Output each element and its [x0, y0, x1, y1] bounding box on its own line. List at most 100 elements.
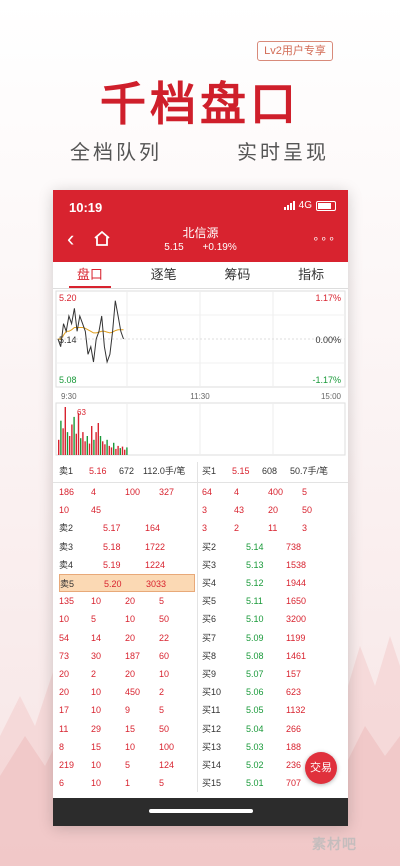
queue-cell: 14	[91, 632, 102, 643]
level-price: 5.17	[103, 523, 121, 534]
queue-cell: 10	[91, 705, 102, 716]
queue-cell: 100	[159, 741, 175, 752]
volume-bar	[110, 447, 113, 455]
right-book-row[interactable]: 买3 5.13 1538	[202, 556, 344, 574]
level-price: 5.20	[104, 579, 122, 589]
tab-zhibiao[interactable]: 指标	[274, 262, 348, 288]
buy1-row[interactable]: 买1 5.15 608 50.7手/笔	[202, 462, 344, 480]
queue-cell: 15	[125, 723, 136, 734]
level-qty: 1199	[286, 632, 306, 643]
level-label: 买8	[202, 650, 217, 661]
left-book-row[interactable]: 10 5 10 50	[59, 610, 195, 628]
queue-cell: 5	[159, 596, 165, 607]
stock-quote: 5.15 +0.19%	[53, 242, 348, 253]
queue-cell: 10	[125, 741, 136, 752]
buy1-price: 5.15	[232, 466, 250, 476]
level-qty: 1132	[286, 705, 306, 716]
queue-cell: 10	[59, 614, 70, 625]
queue-cell: 20	[268, 505, 279, 516]
tab-panko[interactable]: 盘口	[53, 262, 127, 288]
right-book-row[interactable]: 买11 5.05 1132	[202, 701, 344, 719]
left-book-row[interactable]: 20 2 20 10	[59, 665, 195, 683]
left-book-row[interactable]: 6 10 1 5	[59, 774, 195, 792]
level-price: 5.12	[246, 578, 264, 588]
level-price: 5.04	[246, 723, 264, 734]
volume-bars	[58, 407, 128, 455]
level-label: 买12	[202, 723, 222, 734]
intraday-chart[interactable]: 5.20 5.14 5.08 1.17% 0.00% -1.17% 9:30 1…	[53, 289, 348, 459]
level-price: 5.09	[246, 632, 264, 643]
right-book-row[interactable]: 64 4 400 5	[202, 483, 344, 501]
right-book-row[interactable]: 买8 5.08 1461	[202, 647, 344, 665]
level-price: 5.10	[246, 614, 264, 625]
queue-cell: 327	[159, 487, 175, 497]
right-book-row[interactable]: 买4 5.12 1944	[202, 574, 344, 592]
left-book-row[interactable]: 135 10 20 5	[59, 592, 195, 610]
queue-cell: 30	[91, 650, 102, 661]
queue-cell: 187	[125, 650, 141, 661]
right-book-row[interactable]: 买10 5.06 623	[202, 683, 344, 701]
tab-zhubi[interactable]: 逐笔	[127, 262, 201, 288]
queue-cell: 45	[91, 505, 102, 516]
volume-bar	[77, 413, 80, 455]
left-book-row[interactable]: 73 30 187 60	[59, 647, 195, 665]
volume-bar	[117, 445, 119, 455]
left-book-row[interactable]: 20 10 450 2	[59, 683, 195, 701]
left-book-row[interactable]: 11 29 15 50	[59, 720, 195, 738]
level-label: 买5	[202, 596, 217, 607]
queue-cell: 50	[302, 505, 313, 516]
right-book-row[interactable]: 买9 5.07 157	[202, 665, 344, 683]
right-book-row[interactable]: 买6 5.10 3200	[202, 610, 344, 628]
volume-bar	[119, 448, 121, 455]
status-time: 10:19	[69, 200, 103, 215]
right-book-row[interactable]: 3 2 11 3	[202, 519, 344, 537]
volume-bar	[121, 446, 124, 455]
signal-icon	[283, 201, 295, 210]
left-book-row[interactable]: 卖5 5.20 3033	[59, 574, 195, 592]
right-book-row[interactable]: 买7 5.09 1199	[202, 629, 344, 647]
queue-cell: 9	[125, 705, 131, 716]
volume-bar	[75, 433, 77, 455]
more-icon[interactable]: ∘∘∘	[312, 232, 336, 245]
level-label: 买7	[202, 632, 217, 643]
sell1-per-order: 112.0手/笔	[143, 466, 186, 476]
queue-cell: 3	[202, 523, 208, 534]
queue-cell: 2	[159, 687, 165, 698]
trade-button[interactable]: 交易	[305, 752, 337, 784]
queue-cell: 10	[159, 669, 170, 679]
left-book-row[interactable]: 54 14 20 22	[59, 629, 195, 647]
level-qty: 707	[286, 778, 302, 789]
queue-cell: 10	[91, 778, 102, 789]
queue-cell: 20	[125, 596, 136, 607]
left-book-row[interactable]: 卖3 5.18 1722	[59, 538, 195, 556]
home-indicator[interactable]	[149, 809, 253, 813]
volume-bar	[73, 416, 75, 455]
volume-bar	[91, 426, 93, 455]
level-qty: 1944	[286, 578, 307, 588]
queue-cell: 15	[91, 741, 102, 752]
right-book-row[interactable]: 买2 5.14 738	[202, 538, 344, 556]
right-book-row[interactable]: 3 43 20 50	[202, 501, 344, 519]
level-qty: 1722	[145, 541, 166, 552]
left-book-row[interactable]: 8 15 10 100	[59, 738, 195, 756]
volume-bar	[71, 424, 73, 455]
left-book-row[interactable]: 卖4 5.19 1224	[59, 556, 195, 574]
phone-screenshot: 10:19 4G ‹ 北信源 5.15 +0.19% ∘∘∘ 盘口 逐笔 筹码 …	[53, 190, 348, 826]
sell1-row[interactable]: 卖1 5.16 672 112.0手/笔	[59, 462, 195, 480]
queue-cell: 4	[91, 487, 97, 497]
sell1-label: 卖1	[59, 466, 74, 476]
queue-cell: 10	[91, 596, 102, 607]
tab-chouma[interactable]: 筹码	[201, 262, 275, 288]
right-book-row[interactable]: 买5 5.11 1650	[202, 592, 344, 610]
left-book-row[interactable]: 17 10 9 5	[59, 701, 195, 719]
queue-cell: 10	[91, 760, 102, 770]
left-book-row[interactable]: 10 45	[59, 501, 195, 519]
left-book-row[interactable]: 219 10 5 124	[59, 756, 195, 774]
level-price: 5.18	[103, 541, 121, 552]
level-price: 5.19	[103, 559, 121, 570]
left-book-row[interactable]: 186 4 100 327	[59, 483, 195, 501]
left-book-row[interactable]: 卖2 5.17 164	[59, 519, 195, 537]
right-book-row[interactable]: 买12 5.04 266	[202, 720, 344, 738]
queue-cell: 50	[159, 614, 170, 625]
queue-cell: 73	[59, 650, 70, 661]
